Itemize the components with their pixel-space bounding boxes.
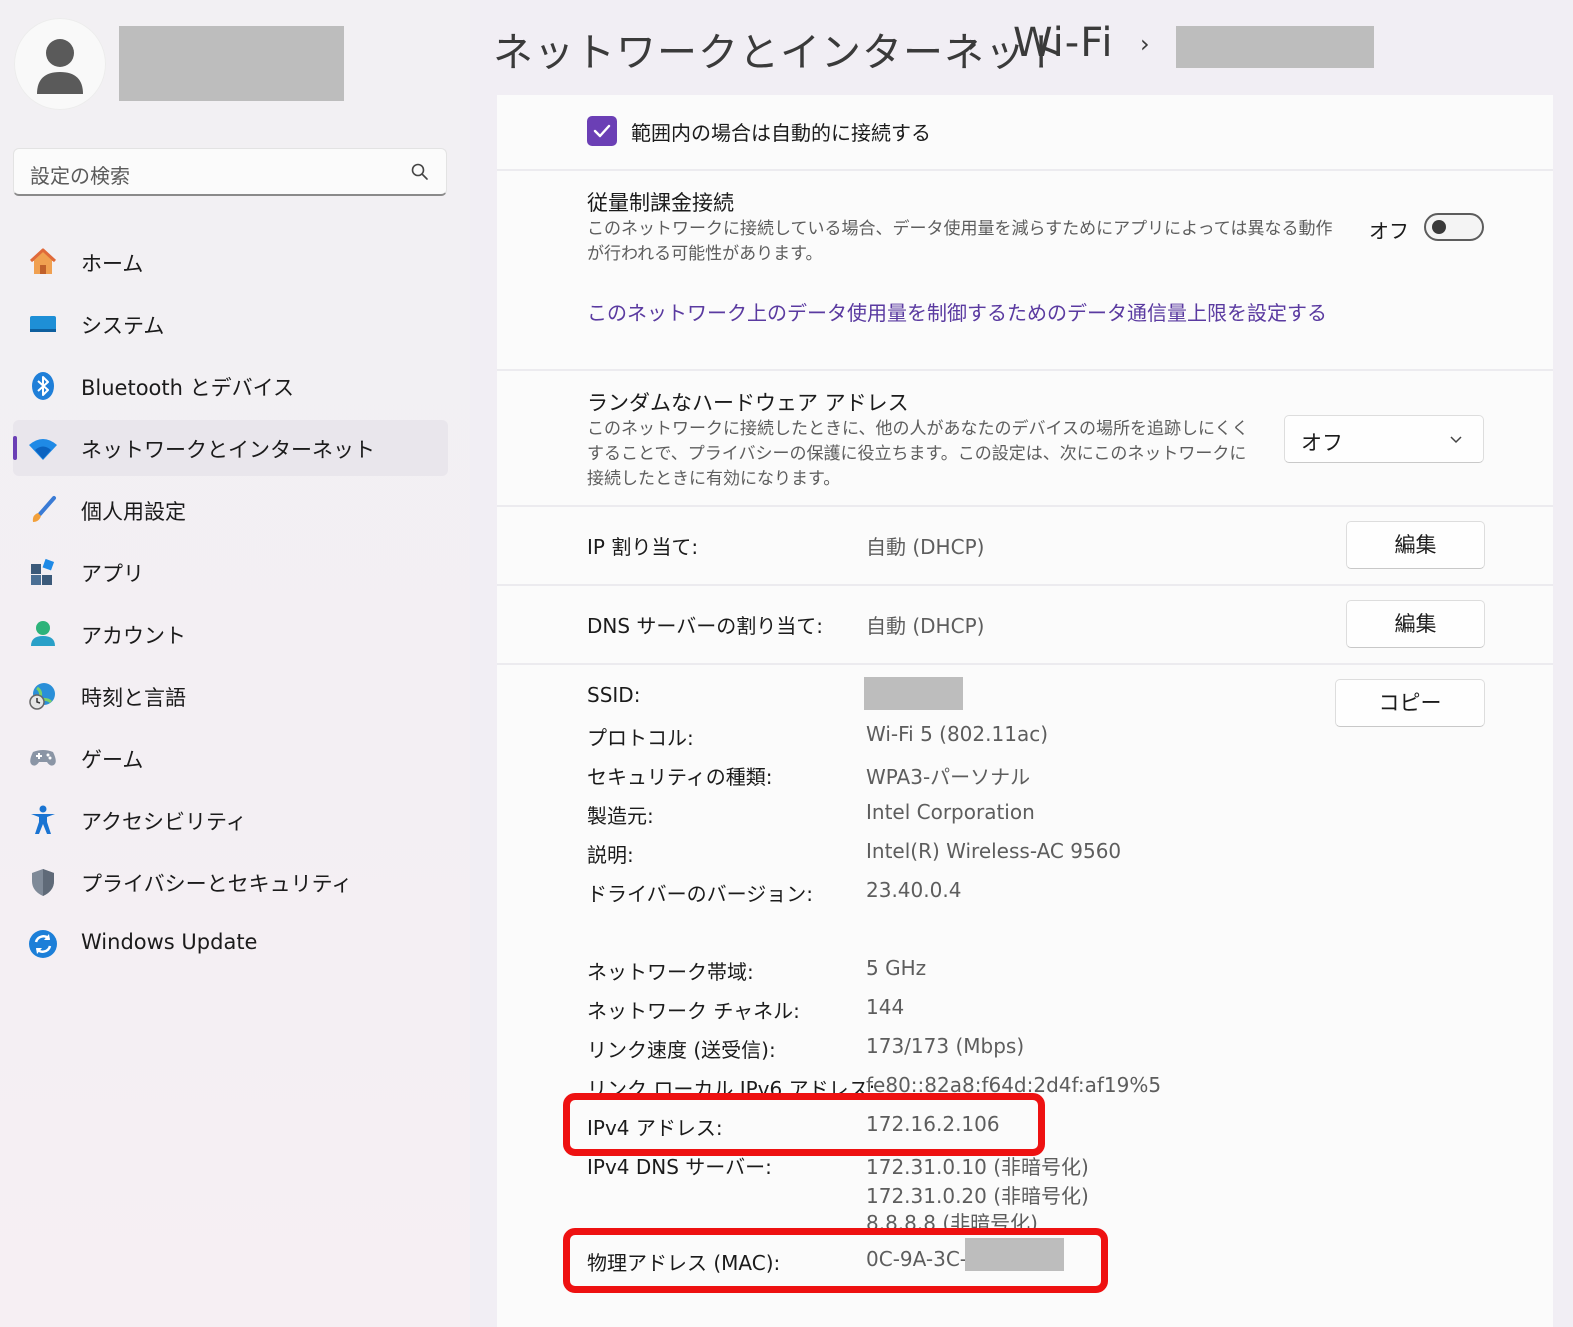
sidebar-item-network[interactable]: ネットワークとインターネット (13, 420, 448, 476)
active-indicator (13, 436, 17, 460)
random-hw-selected: オフ (1301, 431, 1343, 455)
prop-label: 説明: (587, 843, 634, 867)
prop-label: セキュリティの種類: (587, 765, 773, 789)
search-icon[interactable] (410, 162, 430, 182)
sidebar-item-accessibility[interactable]: アクセシビリティ (13, 792, 448, 848)
ip-assignment-card: IP 割り当て: 自動 (DHCP) 編集 (497, 507, 1553, 586)
search-box[interactable]: 設定の検索 (13, 148, 447, 196)
prop-value: Intel(R) Wireless-AC 9560 (866, 839, 1122, 863)
sidebar-item-accounts[interactable]: アカウント (13, 606, 448, 662)
sidebar-item-bluetooth[interactable]: Bluetooth とデバイス (13, 358, 448, 414)
prop-value: 23.40.0.4 (866, 878, 962, 902)
sidebar-item-time-language[interactable]: 時刻と言語 (13, 668, 448, 724)
wifi-icon (29, 439, 57, 460)
auto-connect-label: 範囲内の場合は自動的に接続する (631, 121, 931, 145)
user-icon (37, 39, 83, 94)
metered-description: このネットワークに接続している場合、データ使用量を減らすためにアプリによっては異… (587, 219, 1333, 264)
account-icon (31, 621, 55, 646)
random-hw-title: ランダムなハードウェア アドレス (587, 391, 909, 415)
sidebar-item-label: 時刻と言語 (81, 686, 186, 710)
prop-label: SSID: (587, 683, 641, 707)
apps-icon (31, 558, 55, 585)
sidebar-item-home[interactable]: ホーム (13, 234, 448, 290)
sidebar-item-label: Bluetooth とデバイス (81, 376, 294, 400)
sidebar-item-label: アプリ (81, 562, 144, 586)
sidebar-item-label: プライバシーとセキュリティ (81, 872, 353, 896)
sidebar: 設定の検索 ホーム システム Bluetooth とデバイス ネットワークとイン… (0, 0, 470, 1327)
random-hw-address-card: ランダムなハードウェア アドレス このネットワークに接続したときに、他の人があな… (497, 371, 1553, 507)
sidebar-item-label: アカウント (81, 624, 186, 648)
random-hw-description: このネットワークに接続したときに、他の人があなたのデバイスの場所を追跡しにくくす… (587, 419, 1249, 489)
sidebar-item-label: ホーム (81, 252, 144, 276)
sidebar-item-label: ゲーム (81, 748, 144, 772)
prop-value: Wi-Fi 5 (802.11ac) (866, 722, 1048, 746)
home-icon (29, 248, 57, 274)
prop-value: 144 (866, 995, 905, 1019)
bluetooth-icon (32, 372, 54, 400)
dns-assignment-card: DNS サーバーの割り当て: 自動 (DHCP) 編集 (497, 586, 1553, 665)
sidebar-item-apps[interactable]: アプリ (13, 544, 448, 600)
prop-value: WPA3-パーソナル (866, 765, 1031, 789)
sidebar-item-system[interactable]: システム (13, 296, 448, 352)
sidebar-item-label: ネットワークとインターネット (81, 438, 375, 462)
sidebar-item-gaming[interactable]: ゲーム (13, 730, 448, 786)
accessibility-icon (31, 805, 55, 834)
auto-connect-checkbox[interactable] (587, 116, 617, 146)
dns-assignment-label: DNS サーバーの割り当て: (587, 614, 823, 638)
sidebar-item-label: システム (81, 314, 165, 338)
search-input[interactable]: 設定の検索 (30, 160, 130, 189)
breadcrumb-separator: › (968, 30, 978, 58)
metered-toggle[interactable] (1424, 213, 1484, 241)
metered-title: 従量制課金接続 (587, 191, 734, 215)
display-icon (30, 316, 56, 332)
breadcrumb-separator: › (1140, 30, 1150, 58)
auto-connect-card: 範囲内の場合は自動的に接続する (497, 95, 1553, 171)
gamepad-icon (30, 750, 56, 766)
redacted-network-name (1176, 26, 1374, 68)
avatar[interactable] (14, 18, 106, 110)
sidebar-item-label: 個人用設定 (81, 500, 186, 524)
prop-label: ネットワーク チャネル: (587, 999, 800, 1023)
shield-icon (32, 869, 54, 896)
prop-label: ドライバーのバージョン: (587, 882, 813, 906)
prop-label: ネットワーク帯域: (587, 960, 754, 984)
redacted-ssid (864, 677, 963, 710)
sidebar-item-windows-update[interactable]: Windows Update (13, 916, 448, 972)
prop-label: リンク速度 (送受信): (587, 1038, 776, 1062)
prop-value: 5 GHz (866, 956, 927, 980)
globe-clock-icon (29, 683, 55, 710)
prop-value: 172.31.0.20 (非暗号化) (866, 1184, 1089, 1208)
sidebar-item-privacy[interactable]: プライバシーとセキュリティ (13, 854, 448, 910)
sidebar-item-label: アクセシビリティ (81, 810, 247, 834)
metered-connection-card: 従量制課金接続 このネットワークに接続している場合、データ使用量を減らすためにア… (497, 171, 1553, 371)
copy-button[interactable]: コピー (1335, 679, 1485, 727)
ipv4-highlight-box (563, 1093, 1045, 1156)
random-hw-dropdown[interactable]: オフ (1284, 415, 1484, 463)
prop-value: 173/173 (Mbps) (866, 1034, 1025, 1058)
sidebar-item-label: Windows Update (81, 930, 258, 954)
update-icon (29, 930, 57, 958)
sidebar-item-personalization[interactable]: 個人用設定 (13, 482, 448, 538)
checkmark-icon (593, 124, 611, 138)
chevron-down-icon (1450, 436, 1462, 444)
dns-assignment-value: 自動 (DHCP) (866, 614, 985, 638)
ip-assignment-label: IP 割り当て: (587, 535, 699, 559)
ip-assignment-value: 自動 (DHCP) (866, 535, 985, 559)
breadcrumb-wifi[interactable]: Wi-Fi (1013, 20, 1113, 66)
ip-edit-button[interactable]: 編集 (1346, 521, 1485, 569)
mac-highlight-box (563, 1228, 1108, 1293)
metered-state-label: オフ (1369, 219, 1409, 243)
prop-value: Intel Corporation (866, 800, 1035, 824)
toggle-knob (1432, 220, 1446, 234)
breadcrumb-network[interactable]: ネットワークとインターネット (493, 20, 1067, 78)
prop-label: プロトコル: (587, 726, 694, 750)
dns-edit-button[interactable]: 編集 (1346, 600, 1485, 648)
prop-label: 製造元: (587, 804, 654, 828)
redacted-username (119, 26, 344, 101)
data-limit-link[interactable]: このネットワーク上のデータ使用量を制御するためのデータ通信量上限を設定する (587, 297, 1327, 326)
brush-icon (32, 496, 56, 522)
